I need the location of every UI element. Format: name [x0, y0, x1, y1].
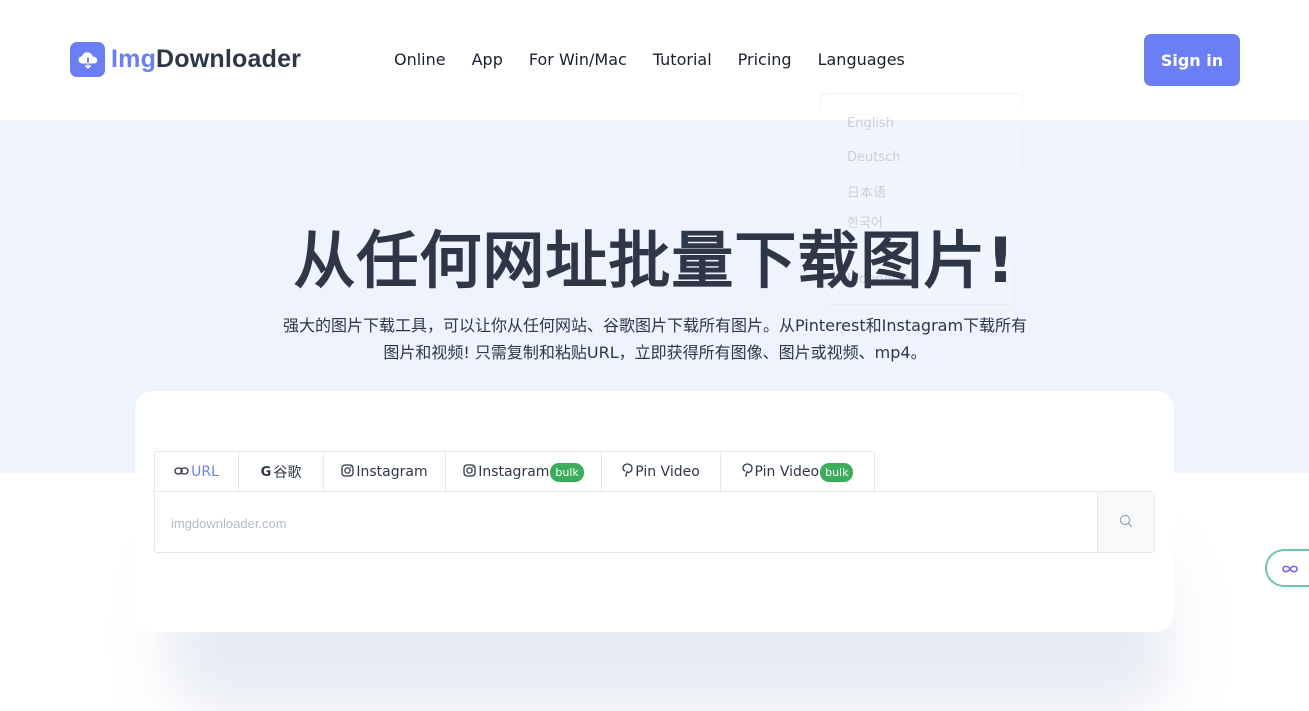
instagram-icon [463, 463, 476, 481]
tab-instagram-bulk-label: Instagram [478, 464, 550, 480]
search-button[interactable] [1097, 492, 1154, 552]
nav-pricing[interactable]: Pricing [738, 50, 792, 69]
tab-pin-video-bulk-label: Pin Video [754, 464, 820, 480]
hero-title: 从任何网址批量下载图片! [293, 224, 1016, 297]
nav-win-mac[interactable]: For Win/Mac [529, 50, 627, 69]
main-nav: Online App For Win/Mac Tutorial Pricing … [394, 50, 931, 69]
nav-online[interactable]: Online [394, 50, 446, 69]
tab-instagram[interactable]: Instagram [323, 452, 445, 492]
search-bar [154, 491, 1155, 553]
tab-url[interactable]: URL [155, 452, 238, 492]
pinterest-icon [741, 463, 753, 481]
logo-text-img: Img [111, 45, 157, 73]
tab-instagram-label: Instagram [356, 464, 428, 480]
language-option-japanese[interactable]: 日本语 [847, 182, 886, 201]
tab-google[interactable]: G 谷歌 [238, 452, 323, 492]
site-header: ImgDownloader Online App For Win/Mac Tut… [0, 0, 1309, 120]
tab-google-label: 谷歌 [273, 465, 302, 481]
tab-pin-video-label: Pin Video [635, 464, 700, 480]
link-icon [174, 465, 189, 480]
hero-subtitle-line-2: 图片和视频! 只需复制和粘贴URL，立即获得所有图像、图片或视频、mp4。 [383, 343, 927, 362]
infinity-icon [1281, 559, 1299, 578]
bulk-badge: bulk [550, 462, 584, 482]
instagram-icon [341, 463, 355, 481]
tab-pin-video-bulk[interactable]: Pin Video bulk [720, 452, 874, 492]
pinterest-icon [622, 463, 633, 481]
language-option-english[interactable]: English [847, 116, 894, 131]
source-tabs: URL G 谷歌 Instagram Instagram bulk Pin Vide… [154, 451, 875, 492]
cloud-download-icon [70, 42, 105, 77]
nav-tutorial[interactable]: Tutorial [653, 50, 712, 69]
nav-app[interactable]: App [472, 50, 503, 69]
side-widget-button[interactable] [1265, 549, 1309, 587]
hero-subtitle: 强大的图片下载工具，可以让你从任何网站、谷歌图片下载所有图片。从Pinteres… [230, 312, 1080, 366]
bulk-badge: bulk [820, 462, 854, 482]
logo[interactable]: ImgDownloader [70, 42, 301, 77]
tab-pin-video[interactable]: Pin Video [601, 452, 720, 492]
logo-text: ImgDownloader [111, 45, 301, 74]
sign-in-button[interactable]: Sign in [1144, 34, 1240, 86]
tab-url-label: URL [191, 464, 219, 480]
url-input[interactable] [171, 512, 1071, 534]
google-icon: G [260, 464, 272, 480]
hero-subtitle-line-1: 强大的图片下载工具，可以让你从任何网站、谷歌图片下载所有图片。从Pinteres… [282, 316, 1028, 335]
tab-instagram-bulk[interactable]: Instagram bulk [445, 452, 601, 492]
language-option-deutsch[interactable]: Deutsch [847, 150, 901, 165]
nav-languages[interactable]: Languages [818, 50, 905, 69]
logo-text-downloader: Downloader [156, 45, 302, 73]
search-icon [1119, 513, 1133, 532]
